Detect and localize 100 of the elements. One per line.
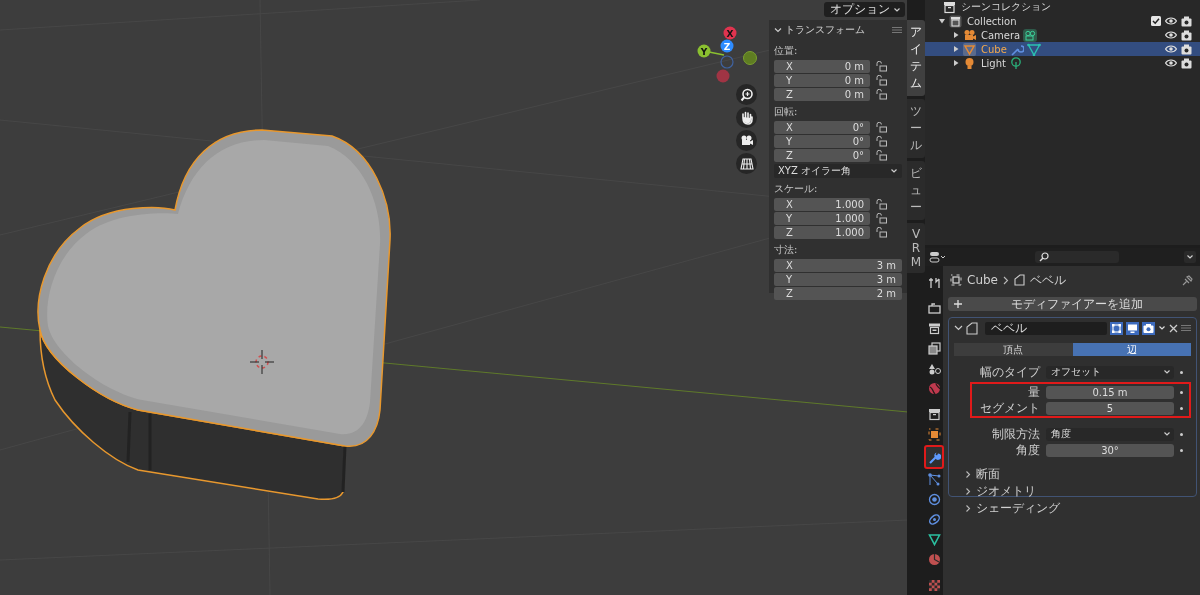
pin-icon[interactable] bbox=[1182, 274, 1193, 286]
grid-icon[interactable] bbox=[739, 156, 754, 171]
number-field[interactable]: Y 1.000 bbox=[774, 212, 870, 225]
number-field[interactable]: 5 bbox=[1046, 401, 1174, 415]
unlocked-icon[interactable] bbox=[876, 150, 887, 161]
render-toggle[interactable] bbox=[1142, 321, 1155, 335]
hand-icon[interactable] bbox=[739, 110, 754, 125]
printer-tab[interactable] bbox=[925, 300, 943, 317]
eye-icon[interactable] bbox=[1165, 16, 1177, 26]
number-field[interactable]: X 3 m bbox=[774, 259, 902, 272]
sidebar-tab[interactable]: ツール bbox=[907, 99, 925, 158]
sidebar-tab[interactable]: VRM bbox=[907, 223, 925, 273]
tree-row[interactable]: Light bbox=[925, 56, 1200, 70]
unlocked-icon[interactable] bbox=[876, 136, 887, 147]
keyframe-dot[interactable] bbox=[1180, 432, 1183, 436]
panel-title[interactable]: トランスフォーム bbox=[785, 23, 865, 37]
dropdown[interactable]: オフセット bbox=[1046, 365, 1174, 379]
eye-icon[interactable] bbox=[1165, 30, 1177, 40]
sidebar-tab[interactable]: ビュー bbox=[907, 161, 925, 220]
sidebar-tab[interactable]: アイテム bbox=[907, 20, 925, 96]
particles-tab[interactable] bbox=[925, 471, 943, 488]
tree-row[interactable]: Cube bbox=[925, 42, 1200, 56]
lightbulb-icon[interactable] bbox=[1008, 56, 1023, 70]
keyframe-dot[interactable] bbox=[1180, 448, 1183, 452]
grip-icon[interactable] bbox=[892, 27, 902, 33]
camera-icon[interactable] bbox=[1181, 29, 1192, 41]
axis-handle[interactable] bbox=[720, 55, 734, 69]
collection-icon[interactable] bbox=[943, 0, 956, 14]
chevron-icon[interactable] bbox=[964, 487, 972, 496]
tree-row[interactable]: Collection bbox=[925, 14, 1200, 28]
subpanel-header[interactable]: ジオメトリ bbox=[976, 483, 1036, 500]
disclosure-icon[interactable] bbox=[938, 17, 946, 25]
camera-icon[interactable] bbox=[1181, 15, 1192, 27]
number-field[interactable]: Z 0 m bbox=[774, 88, 870, 101]
disclosure-icon[interactable] bbox=[952, 59, 960, 67]
segment-tab[interactable]: 頂点 bbox=[954, 343, 1073, 356]
number-field[interactable]: 30° bbox=[1046, 443, 1174, 457]
editor-type-icon[interactable] bbox=[929, 251, 947, 263]
heart-mesh-drawing[interactable] bbox=[37, 129, 391, 501]
eye-icon[interactable] bbox=[1165, 44, 1177, 54]
chevron-icon[interactable] bbox=[774, 26, 782, 34]
tree-row[interactable]: Camera bbox=[925, 28, 1200, 42]
subpanel-header[interactable]: シェーディング bbox=[976, 500, 1060, 517]
camera-icon[interactable] bbox=[963, 28, 976, 42]
item-label[interactable]: Cube bbox=[981, 43, 1007, 55]
unlocked-icon[interactable] bbox=[876, 75, 887, 86]
options-dropdown[interactable]: オプション bbox=[824, 2, 905, 17]
camera-icon[interactable] bbox=[1181, 57, 1192, 69]
add-modifier-button[interactable]: モディファイアーを追加 bbox=[948, 297, 1197, 311]
wrench-tab[interactable] bbox=[925, 446, 943, 468]
axis-handle[interactable] bbox=[716, 69, 730, 83]
item-label[interactable]: Collection bbox=[967, 15, 1017, 27]
number-field[interactable]: Z 0° bbox=[774, 149, 870, 162]
eye-icon[interactable] bbox=[1165, 58, 1177, 68]
triangle-tab[interactable] bbox=[925, 531, 943, 548]
item-label[interactable]: シーンコレクション bbox=[961, 0, 1051, 14]
chevron-icon[interactable] bbox=[954, 324, 963, 332]
item-label[interactable]: Camera bbox=[981, 29, 1021, 41]
keyframe-dot[interactable] bbox=[1180, 406, 1183, 410]
unlocked-icon[interactable] bbox=[876, 213, 887, 224]
grip-icon[interactable] bbox=[1181, 325, 1191, 331]
segment-tab[interactable]: 辺 bbox=[1072, 343, 1191, 356]
close-icon[interactable] bbox=[1169, 323, 1178, 333]
number-field[interactable]: Y 3 m bbox=[774, 273, 902, 286]
unlocked-icon[interactable] bbox=[876, 227, 887, 238]
number-field[interactable]: Z 2 m bbox=[774, 287, 902, 300]
name-field[interactable]: ベベル bbox=[985, 321, 1107, 335]
number-field[interactable]: X 0 m bbox=[774, 60, 870, 73]
camera-icon[interactable] bbox=[1023, 28, 1038, 42]
zoom-icon[interactable] bbox=[739, 87, 754, 102]
keyframe-dot[interactable] bbox=[1180, 390, 1183, 394]
search-field[interactable] bbox=[1035, 251, 1119, 263]
chevron-icon[interactable] bbox=[964, 470, 972, 479]
unlocked-icon[interactable] bbox=[876, 61, 887, 72]
disclosure-icon[interactable] bbox=[952, 45, 960, 53]
subpanel-header[interactable]: 断面 bbox=[976, 466, 1000, 483]
disclosure-icon[interactable] bbox=[952, 31, 960, 39]
lightbulb-icon[interactable] bbox=[963, 56, 976, 70]
axis-handle[interactable]: X bbox=[723, 26, 737, 40]
number-field[interactable]: Y 0° bbox=[774, 135, 870, 148]
dropdown[interactable]: 角度 bbox=[1046, 427, 1174, 441]
dropdown[interactable]: XYZ オイラー角 bbox=[774, 164, 902, 178]
item-label[interactable]: Light bbox=[981, 57, 1006, 69]
camera-icon[interactable] bbox=[739, 133, 754, 148]
edit-mode-toggle[interactable] bbox=[1110, 321, 1123, 335]
collection-icon[interactable] bbox=[949, 14, 962, 28]
number-field[interactable]: X 0° bbox=[774, 121, 870, 134]
layers-tab[interactable] bbox=[925, 340, 943, 357]
keyframe-dot[interactable] bbox=[1180, 370, 1183, 374]
number-field[interactable]: 0.15 m bbox=[1046, 385, 1174, 399]
number-field[interactable]: X 1.000 bbox=[774, 198, 870, 211]
checkbox[interactable] bbox=[1151, 16, 1161, 26]
object-tab[interactable] bbox=[925, 426, 943, 443]
unlocked-icon[interactable] bbox=[876, 89, 887, 100]
chevron-icon[interactable] bbox=[964, 504, 972, 513]
camera-icon[interactable] bbox=[1181, 43, 1192, 55]
unlocked-icon[interactable] bbox=[876, 199, 887, 210]
number-field[interactable]: Y 0 m bbox=[774, 74, 870, 87]
triangle-icon[interactable] bbox=[1026, 42, 1041, 56]
axis-handle[interactable] bbox=[743, 51, 757, 65]
